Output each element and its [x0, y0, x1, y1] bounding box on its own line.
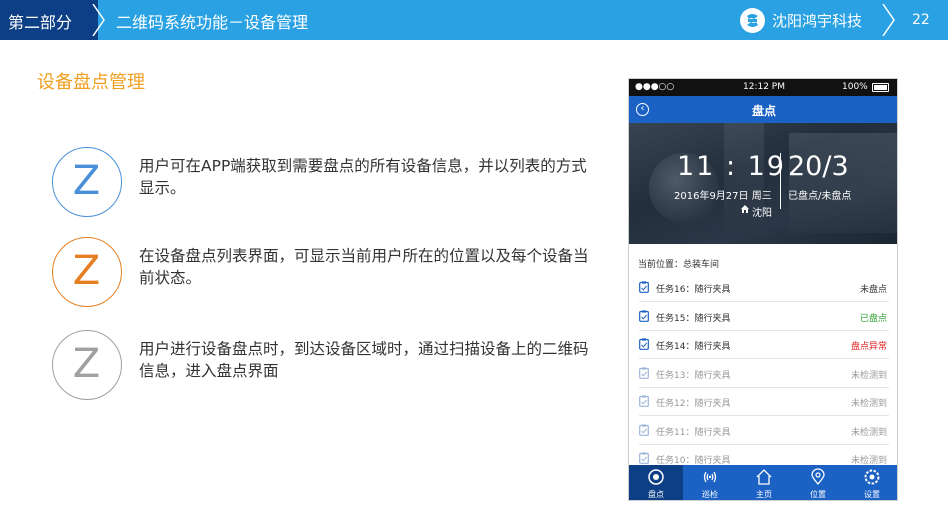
- clipboard-icon: [639, 395, 649, 407]
- date-display: 2016年9月27日 周三: [674, 191, 772, 202]
- battery-percent: 100%: [842, 82, 868, 92]
- task-row[interactable]: 任务11：随行夹具 未检测到: [639, 416, 889, 445]
- inventory-icon: [648, 469, 664, 485]
- letter-badge: Z: [52, 147, 122, 217]
- clipboard-icon: [639, 366, 649, 379]
- letter-badge: Z: [52, 330, 122, 400]
- divider: [780, 153, 781, 209]
- chevron-right-icon: [882, 4, 895, 36]
- task-row[interactable]: 任务13：随行夹具 未检测到: [639, 359, 889, 388]
- home-icon: [756, 469, 772, 485]
- letter-badge: Z: [52, 237, 122, 307]
- nav-title: 盘点: [751, 104, 776, 118]
- tab-inventory[interactable]: 盘点: [629, 465, 683, 500]
- current-location-bar: 当前位置：总装车间: [629, 251, 897, 273]
- task-name: 任务14：随行夹具: [656, 342, 731, 352]
- task-status: 未检测到: [850, 399, 887, 409]
- brand-logo-icon: [740, 8, 765, 33]
- tab-patrol[interactable]: 巡检: [683, 465, 737, 500]
- clipboard-icon: [639, 338, 649, 350]
- task-row[interactable]: 任务16：随行夹具 未盘点: [639, 273, 889, 302]
- patrol-icon: [703, 471, 717, 483]
- clipboard-icon: [639, 281, 649, 293]
- task-status: 未检测到: [850, 427, 887, 438]
- phone-mockup: ●●●○○ 12:12 PM 100% ‹ 盘点 11 : 19 20/3 20…: [628, 78, 898, 501]
- clipboard-icon: [639, 309, 649, 322]
- header-title: 二维码系统功能－设备管理: [116, 13, 309, 32]
- task-name: 任务13：随行夹具: [656, 370, 731, 381]
- section-tab: 第二部分: [0, 0, 98, 40]
- tab-settings[interactable]: 设置: [845, 465, 897, 500]
- battery-icon: [872, 83, 889, 92]
- task-row[interactable]: 任务14：随行夹具 盘点异常: [639, 330, 889, 359]
- clock-display: 11 : 19: [677, 151, 786, 182]
- tab-home[interactable]: 主页: [737, 465, 791, 500]
- task-status: 已盘点: [859, 313, 887, 324]
- brand-name: 沈阳鸿宇科技: [772, 12, 863, 30]
- clipboard-icon: [639, 423, 649, 436]
- feature-description: 用户可在APP端获取到需要盘点的所有设备信息，并以列表的方式显示。: [139, 157, 587, 197]
- inventory-count: 20/3: [788, 151, 849, 182]
- location-icon: [811, 468, 825, 485]
- feature-description: 在设备盘点列表界面，可显示当前用户所在的位置以及每个设备当前状态。: [139, 247, 589, 287]
- chevron-right-icon: [92, 4, 105, 36]
- task-row[interactable]: 任务12：随行夹具 未检测到: [639, 387, 889, 416]
- page-number: 22: [912, 12, 930, 28]
- status-bar: ●●●○○ 12:12 PM 100%: [629, 79, 897, 96]
- tab-bar: 盘点 巡检 主页 位置 设置: [629, 465, 897, 500]
- feature-item: Z 用户可在APP端获取到需要盘点的所有设备信息，并以列表的方式显示。: [52, 147, 612, 219]
- task-status: 未盘点: [859, 285, 887, 295]
- hero-banner: 11 : 19 20/3 2016年9月27日 周三 已盘点/未盘点 沈阳: [629, 123, 897, 244]
- feature-description: 用户进行设备盘点时，到达设备区域时，通过扫描设备上的二维码信息，进入盘点界面: [139, 340, 589, 380]
- task-status: 盘点异常: [850, 342, 887, 352]
- location-label: 沈阳: [741, 204, 772, 219]
- slide-heading: 设备盘点管理: [37, 72, 145, 93]
- task-status: 未检测到: [850, 370, 887, 381]
- task-row[interactable]: 任务15：随行夹具 已盘点: [639, 302, 889, 331]
- nav-bar: ‹ 盘点: [629, 96, 897, 123]
- task-name: 任务11：随行夹具: [656, 427, 731, 438]
- clipboard-icon: [639, 452, 649, 464]
- task-name: 任务16：随行夹具: [656, 285, 731, 295]
- tab-location[interactable]: 位置: [791, 465, 845, 500]
- header-bar: 第二部分 二维码系统功能－设备管理 沈阳鸿宇科技 22: [0, 0, 948, 40]
- task-name: 任务15：随行夹具: [656, 313, 731, 324]
- feature-item: Z 用户进行设备盘点时，到达设备区域时，通过扫描设备上的二维码信息，进入盘点界面: [52, 330, 612, 402]
- section-label: 第二部分: [8, 13, 73, 32]
- feature-item: Z 在设备盘点列表界面，可显示当前用户所在的位置以及每个设备当前状态。: [52, 237, 612, 309]
- settings-icon: [864, 469, 880, 485]
- home-icon: [741, 205, 749, 213]
- task-name: 任务12：随行夹具: [656, 399, 731, 409]
- count-label: 已盘点/未盘点: [788, 191, 852, 202]
